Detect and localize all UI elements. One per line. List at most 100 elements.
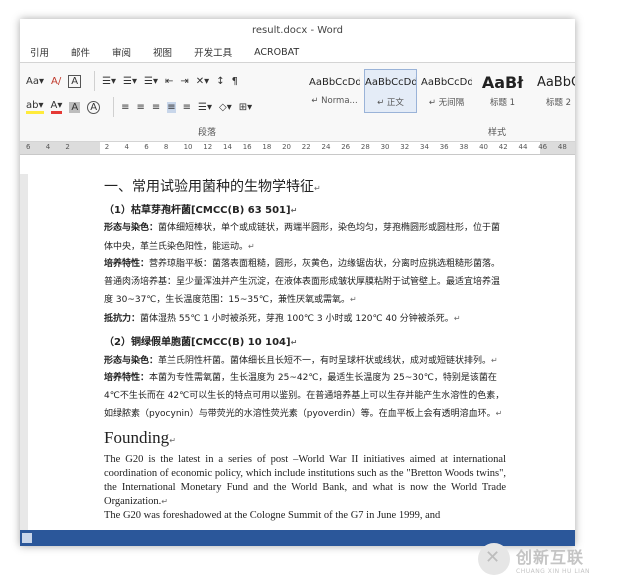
style-body-text[interactable]: AaBbCcDd ↵ 正文 — [364, 69, 417, 113]
clear-format-button[interactable]: A/ — [51, 76, 61, 87]
brand-logo-icon — [478, 543, 510, 575]
ruler-tick-label: 6 — [26, 143, 31, 151]
ruler-tick-label: 2 — [104, 143, 110, 151]
char-border-button[interactable]: A — [68, 74, 82, 88]
heading-1: 一、常用试验用菌种的生物学特征↵ — [104, 179, 321, 195]
decrease-indent-button[interactable]: ⇤ — [165, 76, 173, 87]
group-label-styles: 样式 — [488, 128, 507, 138]
increase-indent-button[interactable]: ⇥ — [180, 76, 188, 87]
sort-button[interactable]: ↕ — [216, 76, 224, 87]
watermark-text: 创新互联 CHUANG XIN HU LIAN — [516, 544, 590, 575]
show-marks-button[interactable]: ¶ — [232, 76, 238, 87]
menu-view[interactable]: 视图 — [153, 45, 172, 59]
ruler-tick-label: 20 — [282, 143, 292, 151]
menu-bar: 引用 邮件 审阅 视图 开发工具 ACROBAT — [20, 42, 575, 62]
watermark-logo: 创新互联 CHUANG XIN HU LIAN — [478, 538, 613, 580]
separator — [94, 71, 96, 91]
separator — [113, 97, 115, 117]
justify-button[interactable]: ≡ — [167, 101, 176, 113]
style-name: ↵ 无间隔 — [428, 98, 465, 108]
font-color-button[interactable]: A▾ — [50, 100, 63, 114]
ruler-tick-label: 46 — [538, 143, 548, 151]
menu-developer[interactable]: 开发工具 — [194, 45, 232, 59]
ruler-tick-label: 16 — [242, 143, 252, 151]
document-page[interactable]: 一、常用试验用菌种的生物学特征↵ （1）枯草芽孢杆菌[CMCC(B) 63 50… — [20, 174, 575, 530]
style-name: ↵ 正文 — [377, 98, 404, 108]
ruler-tick-label: 14 — [223, 143, 232, 151]
char-shading-button[interactable]: A — [69, 101, 81, 113]
menu-mailings[interactable]: 邮件 — [71, 45, 90, 59]
ruler-tick-label: 12 — [203, 143, 213, 151]
style-heading-1[interactable]: AaBł 标题 1 — [476, 69, 529, 113]
paragraph: 培养特性：营养琼脂平板：菌落表面粗糙，圆形，灰黄色，边缘锯齿状，分离时应挑选粗糙… — [104, 259, 501, 306]
align-center-button[interactable]: ≡ — [136, 102, 144, 113]
menu-references[interactable]: 引用 — [30, 45, 49, 59]
group-label-paragraph: 段落 — [198, 128, 217, 138]
style-sample: AaBł — [481, 73, 524, 92]
english-paragraph: The G20 is the latest in a series of pos… — [104, 453, 506, 507]
paragraph: 形态与染色：菌体细短棒状，单个或成链状，两端半圆形，染色均匀，芽孢椭圆形或圆柱形… — [104, 223, 501, 252]
paragraph: 抵抗力：菌体湿热 55℃ 1 小时被杀死，芽孢 100℃ 3 小时或 120℃ … — [104, 313, 461, 324]
distribute-button[interactable]: ≡ — [183, 102, 191, 113]
ruler-tick-label: 32 — [400, 143, 410, 151]
ruler-tick-label: 40 — [479, 143, 489, 151]
style-normal-en[interactable]: AaBbCcDd ↵ Norma... — [308, 69, 361, 113]
watermark-en: CHUANG XIN HU LIAN — [516, 567, 591, 575]
ruler-tick-label: 18 — [262, 143, 272, 151]
menu-review[interactable]: 审阅 — [112, 45, 131, 59]
align-left-button[interactable]: ≡ — [121, 102, 129, 113]
style-sample: AaBbCcDd — [421, 77, 472, 88]
style-heading-2[interactable]: AaBbC 标题 2 — [532, 69, 575, 113]
paragraph: 培养特性：本菌为专性需氧菌，生长温度为 25~42℃，最适生长温度为 25~30… — [104, 373, 505, 420]
menu-acrobat[interactable]: ACROBAT — [254, 47, 299, 58]
highlight-button[interactable]: ab▾ — [26, 100, 44, 114]
style-name: 标题 2 — [545, 98, 572, 108]
ruler-tick-label: 2 — [65, 143, 70, 151]
style-sample: AaBbCcDd — [309, 77, 360, 88]
word-window: result.docx - Word 引用 邮件 审阅 视图 开发工具 ACRO… — [20, 19, 575, 546]
ruler-tick-label: 8 — [163, 143, 169, 151]
shading-button[interactable]: ◇▾ — [219, 102, 232, 113]
document-content[interactable]: 一、常用试验用菌种的生物学特征↵ （1）枯草芽孢杆菌[CMCC(B) 63 50… — [104, 176, 506, 523]
ruler-tick-label: 24 — [321, 143, 331, 151]
numbering-button[interactable]: ☰▾ — [123, 76, 137, 87]
ruler-tick-label: 48 — [557, 143, 567, 151]
asian-layout-button[interactable]: ✕▾ — [196, 76, 209, 87]
section-2-title: （2）铜绿假单胞菌[CMCC(B) 10 104]↵ — [104, 336, 298, 348]
ruler-tick-label: 26 — [341, 143, 351, 151]
ruler-tick-label: 10 — [183, 143, 193, 151]
borders-button[interactable]: ⊞▾ — [239, 102, 252, 113]
ruler-tick-label: 22 — [301, 143, 311, 151]
ruler-tick-label: 4 — [124, 143, 129, 151]
ribbon-row-2: ab▾ A▾ A A ≡ ≡ ≡ ≡ ≡ ☰▾ ◇▾ ⊞▾ — [26, 97, 259, 117]
macro-record-icon[interactable] — [22, 533, 32, 543]
ruler-tick-label: 36 — [439, 143, 449, 151]
line-spacing-button[interactable]: ☰▾ — [198, 102, 212, 113]
left-margin — [20, 174, 28, 530]
watermark-cn: 创新互联 — [516, 547, 585, 567]
style-sample: AaBbC — [536, 75, 575, 90]
paragraph: 形态与染色：革兰氏阴性杆菌。菌体细长且长短不一，有时呈球杆状或线状，成对或短链状… — [104, 355, 498, 366]
section-1-title: （1）枯草芽孢杆菌[CMCC(B) 63 501]↵ — [104, 205, 298, 216]
ruler-tick-label: 6 — [144, 143, 149, 151]
style-name: 标题 1 — [489, 98, 516, 108]
multilevel-list-button[interactable]: ☰▾ — [144, 76, 158, 87]
horizontal-ruler[interactable]: 6 4 2 2 4 6 8 10 12 14 16 18 20 22 24 26 28 30 32 34 36 38 40 4… — [20, 142, 575, 155]
ruler-tick-label: 30 — [380, 143, 390, 151]
english-paragraph: The G20 was foreshadowed at the Cologne … — [104, 509, 441, 521]
window-title: result.docx - Word — [20, 19, 575, 42]
english-heading: Founding↵ — [104, 427, 176, 447]
styles-gallery: AaBbCcDd ↵ Norma... AaBbCcDd ↵ 正文 AaBbCc… — [308, 69, 575, 113]
ribbon: Aa▾ A/ A ☰▾ ☰▾ ☰▾ ⇤ ⇥ ✕▾ ↕ ¶ ab▾ A▾ A A … — [20, 62, 575, 142]
ruler-tick-label: 44 — [518, 143, 528, 151]
ruler-tick-label: 28 — [360, 143, 370, 151]
change-case-button[interactable]: Aa▾ — [26, 76, 44, 87]
ribbon-row-1: Aa▾ A/ A ☰▾ ☰▾ ☰▾ ⇤ ⇥ ✕▾ ↕ ¶ — [26, 71, 245, 91]
ruler-tick-label: 38 — [459, 143, 469, 151]
bullets-button[interactable]: ☰▾ — [102, 76, 116, 87]
ruler-tick-label: 34 — [420, 143, 429, 151]
align-right-button[interactable]: ≡ — [152, 102, 160, 113]
ruler-tick-label: 4 — [45, 143, 51, 151]
enclose-char-button[interactable]: A — [87, 100, 101, 114]
style-no-spacing[interactable]: AaBbCcDd ↵ 无间隔 — [420, 69, 473, 113]
